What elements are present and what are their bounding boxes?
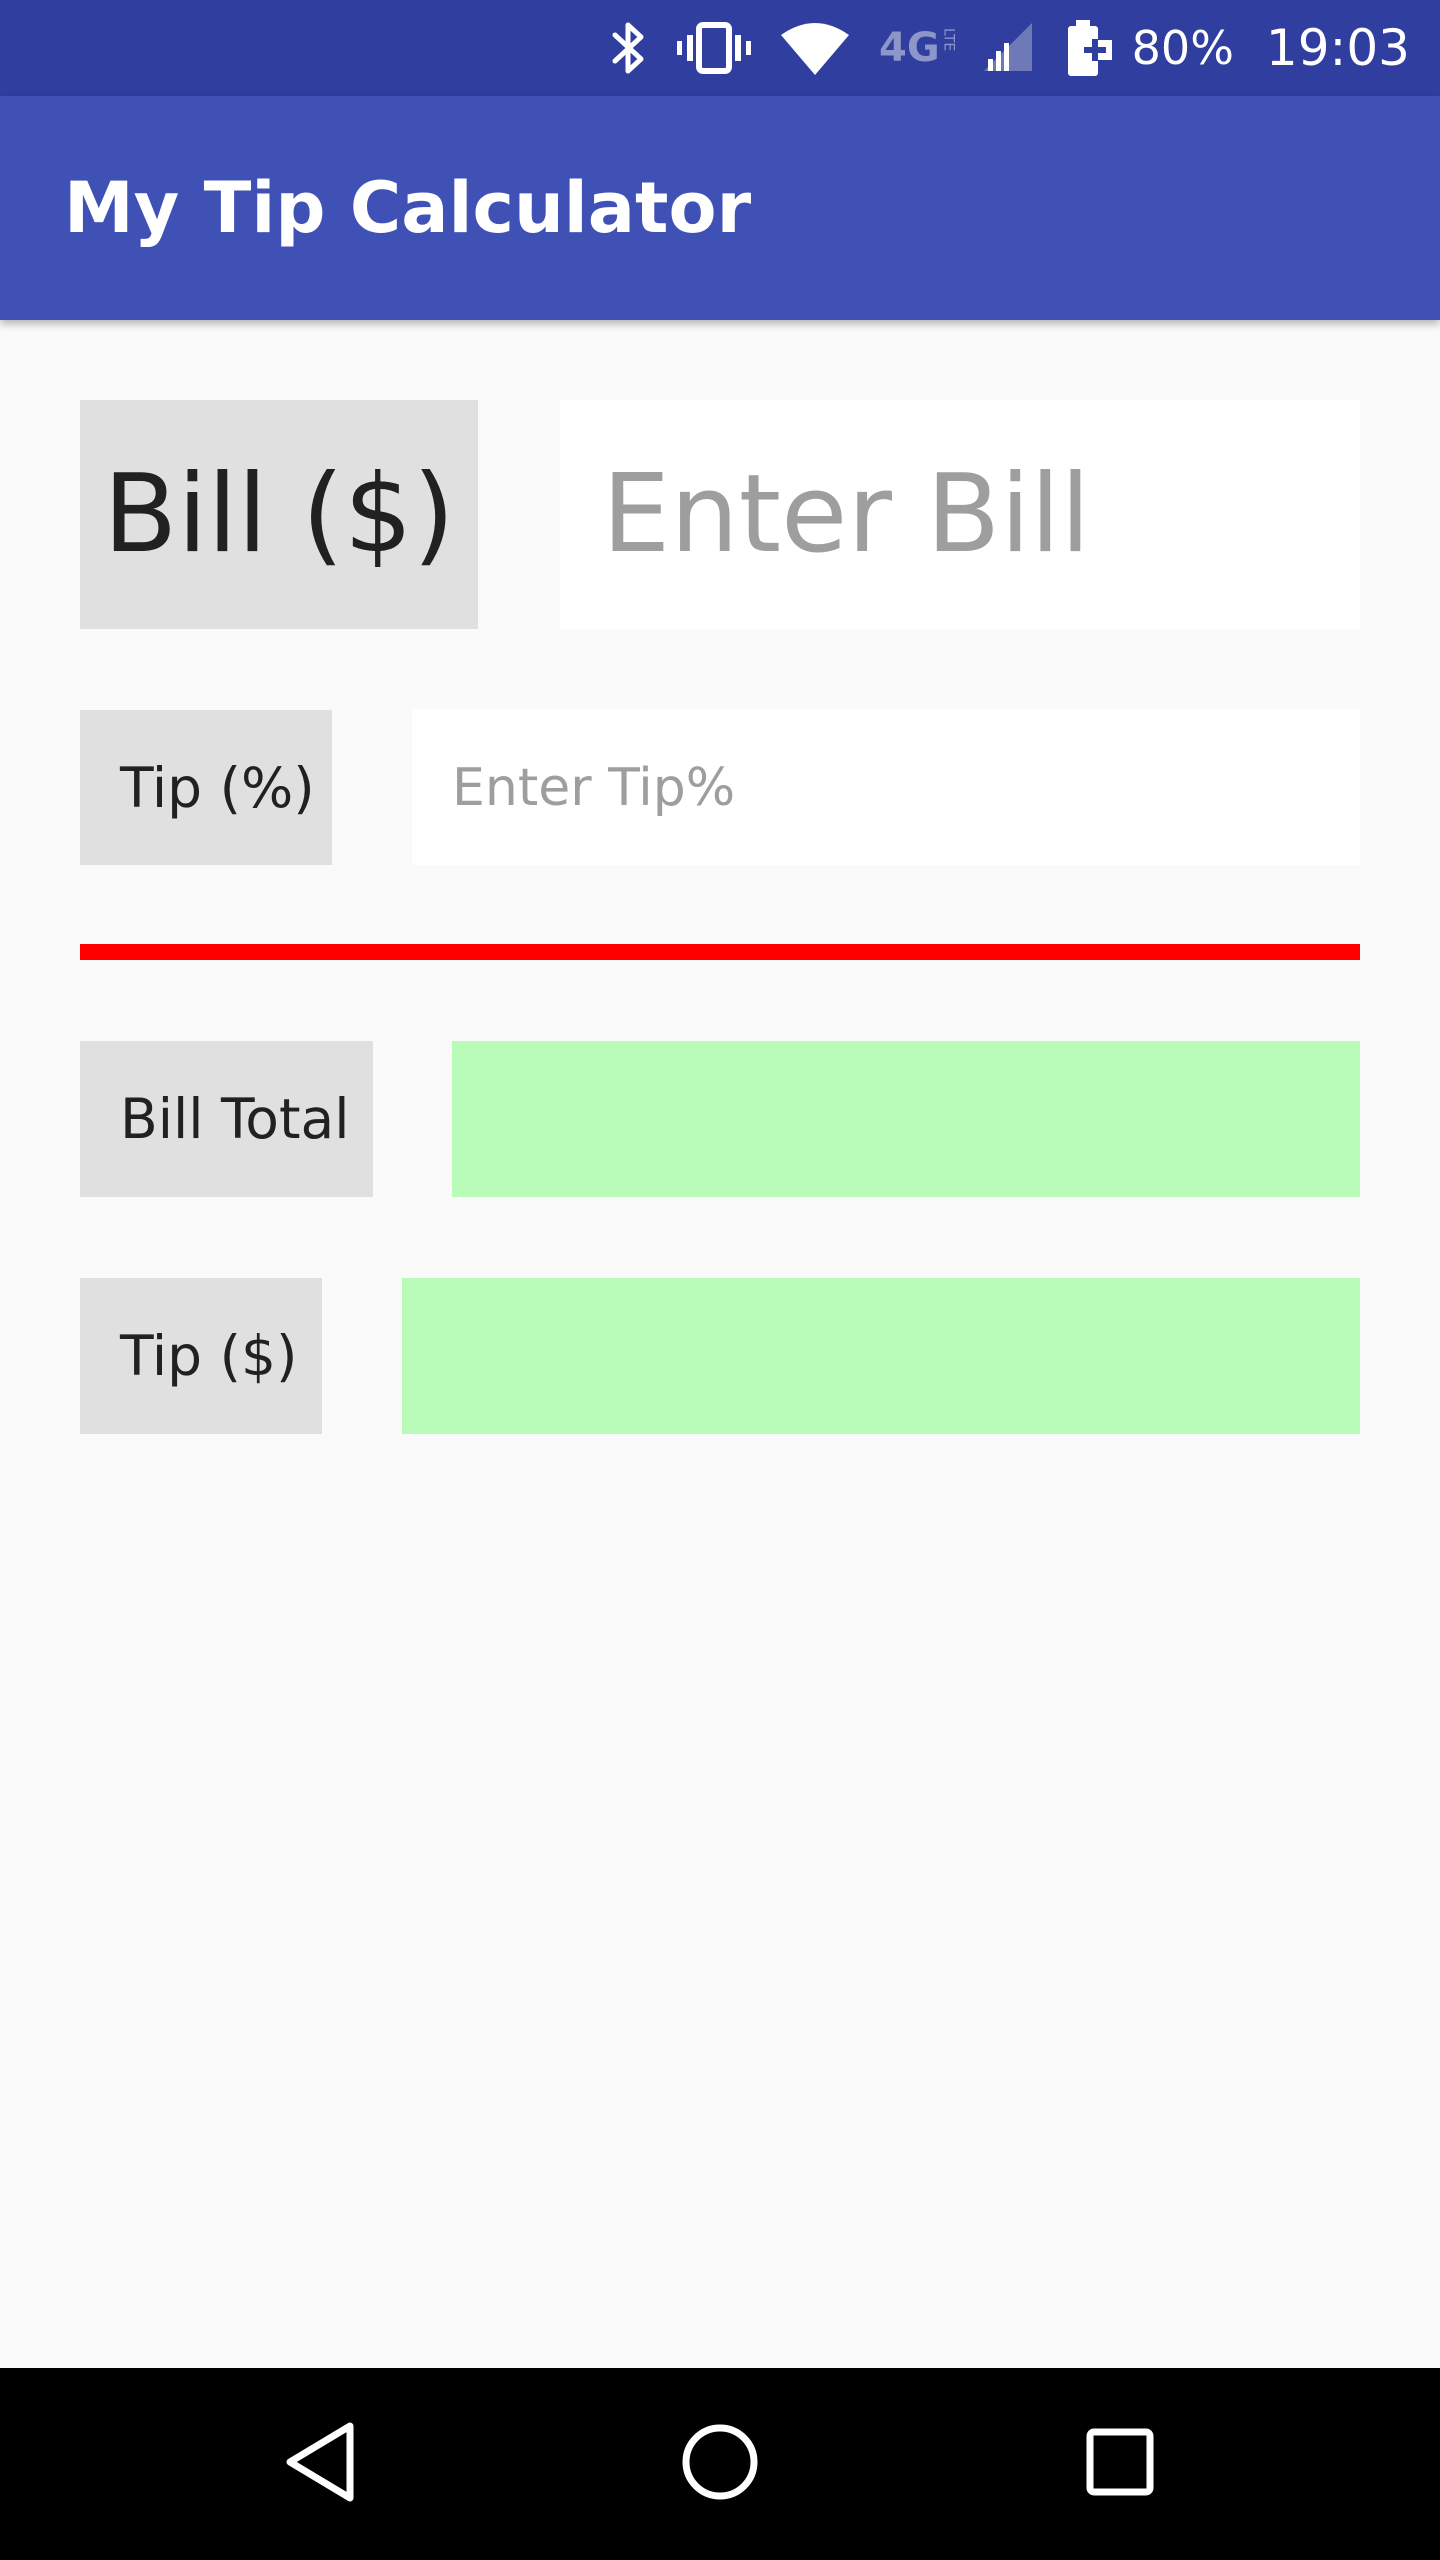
recents-icon [1085, 2427, 1155, 2502]
bill-total-label: Bill Total [80, 1041, 373, 1197]
network-4g-lte-icon: 4G LTE [878, 25, 957, 71]
home-button[interactable] [620, 2368, 820, 2560]
battery-charging-icon [1062, 18, 1116, 78]
bluetooth-icon [609, 19, 649, 77]
divider [80, 944, 1360, 960]
bill-input[interactable] [602, 452, 1360, 577]
vibrate-icon [676, 19, 751, 77]
bill-total-value [452, 1041, 1360, 1197]
tip-percent-input-container[interactable] [412, 710, 1360, 865]
screen: 4G LTE 80% 19:03 My Tip Calculator Bill … [0, 0, 1440, 2560]
app-bar: My Tip Calculator [0, 96, 1440, 320]
status-bar: 4G LTE 80% 19:03 [0, 0, 1440, 96]
bill-label: Bill ($) [80, 400, 478, 629]
clock: 19:03 [1265, 19, 1410, 77]
back-icon [282, 2420, 358, 2509]
tip-amount-value [402, 1278, 1360, 1434]
tip-amount-label: Tip ($) [80, 1278, 322, 1434]
nav-bar [0, 2368, 1440, 2560]
network-sub-label: LTE [940, 28, 957, 52]
bill-input-container[interactable] [560, 400, 1360, 629]
network-type-label: 4G [878, 25, 940, 71]
battery-percent: 80% [1131, 21, 1234, 75]
tip-percent-label: Tip (%) [80, 710, 332, 865]
status-icons: 4G LTE 80% 19:03 [609, 0, 1410, 96]
cell-signal-icon [983, 23, 1034, 73]
recents-button[interactable] [1020, 2368, 1220, 2560]
wifi-icon [779, 19, 851, 77]
home-icon [680, 2422, 760, 2507]
app-title: My Tip Calculator [64, 167, 752, 249]
back-button[interactable] [220, 2368, 420, 2560]
tip-percent-input[interactable] [452, 757, 1360, 818]
